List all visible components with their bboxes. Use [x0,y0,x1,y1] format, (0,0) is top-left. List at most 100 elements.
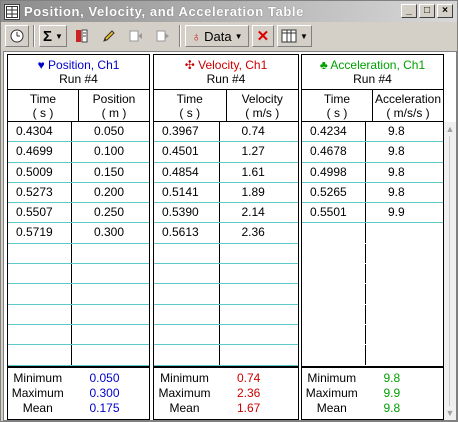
empty-row[interactable] [302,345,443,365]
chevron-down-icon: ▼ [299,31,308,41]
mean-label: Mean [169,401,200,415]
table-row[interactable]: 0.4998 9.8 [302,162,443,183]
empty-row[interactable] [154,345,298,366]
table-row[interactable]: 0.5009 0.150 [8,162,149,183]
empty-row[interactable] [8,243,149,265]
heart-icon: ♥ [37,58,45,72]
vertical-scrollbar[interactable]: ▲ ▼ [444,122,456,420]
data-dropdown-label: Data [204,28,232,44]
clock-icon[interactable] [5,25,29,47]
empty-row[interactable] [302,324,443,345]
channel-label[interactable]: Position, Ch1 [48,58,119,72]
statistics-dropdown[interactable]: Σ ▼ [39,25,67,47]
table-row[interactable]: 0.5273 0.200 [8,182,149,204]
append-row-icon[interactable] [150,25,175,47]
table-area: ♥ Position, Ch1 Run #4 Time( s ) Positio… [3,51,457,421]
delete-button[interactable]: ✕ [251,25,274,47]
crosshair-icon: ✣ [184,58,195,72]
chevron-down-icon: ▼ [55,31,63,41]
data-rows: 0.4234 9.8 0.4678 9.8 0.4998 9.8 0.5265 9.8 … [302,122,443,366]
columns-dropdown[interactable]: ▼ [276,25,312,47]
sigma-icon: Σ [43,27,53,45]
mean-value: 1.67 [237,401,261,415]
table-row[interactable]: 0.5507 0.250 [8,203,149,224]
scroll-up-arrow-icon[interactable]: ▲ [445,124,455,134]
data-dropdown[interactable]: ♁ Data ▼ [184,25,249,47]
title-bar[interactable]: Position, Velocity, and Acceleration Tab… [1,1,457,22]
panel-header: ♥ Position, Ch1 Run #4 [8,55,149,90]
acceleration-column-header[interactable]: Acceleration( m/s/s ) [373,90,443,121]
empty-row[interactable] [302,284,443,304]
mean-value: 0.175 [89,401,120,415]
empty-row[interactable] [154,284,298,305]
time-column-header[interactable]: Time( s ) [302,90,373,121]
scroll-track[interactable] [449,136,450,406]
pencil-icon[interactable] [96,25,121,47]
table-row[interactable]: 0.5613 2.36 [154,223,298,244]
table-row[interactable]: 0.4304 0.050 [8,122,149,143]
empty-row[interactable] [154,264,298,285]
maximize-button[interactable]: □ [419,4,435,18]
minimum-value: 0.74 [237,371,261,385]
toolbar-separator [33,25,35,47]
data-source-icon: ♁ [191,28,202,44]
table-row[interactable]: 0.5501 9.9 [302,203,443,224]
table-row[interactable]: 0.4678 9.8 [302,142,443,163]
window-title: Position, Velocity, and Acceleration Tab… [24,4,304,19]
mean-label: Mean [22,401,53,415]
minimum-value: 0.050 [89,371,120,385]
empty-row[interactable] [8,284,149,305]
empty-row[interactable] [302,223,443,243]
time-column-header[interactable]: Time( s ) [8,90,79,121]
velocity-column-header[interactable]: Velocity( m/s ) [227,90,299,121]
columns-icon [281,29,297,43]
close-button[interactable]: × [437,4,453,18]
empty-row[interactable] [154,304,298,325]
data-rows: 0.4304 0.050 0.4699 0.100 0.5009 0.150 0.52… [8,122,149,366]
empty-row[interactable] [302,304,443,325]
table-row[interactable]: 0.5390 2.14 [154,203,298,224]
run-label: Run #4 [59,72,98,86]
empty-row[interactable] [302,264,443,284]
time-column-header[interactable]: Time( s ) [154,90,227,121]
table-row[interactable]: 0.5265 9.8 [302,182,443,204]
empty-row[interactable] [154,243,298,265]
scroll-down-arrow-icon[interactable]: ▼ [445,408,455,418]
toolbar-separator [178,25,181,47]
table-row[interactable]: 0.4234 9.8 [302,122,443,143]
run-label: Run #4 [353,72,392,86]
channel-label[interactable]: Velocity, Ch1 [198,58,267,72]
table-row[interactable]: 0.4854 1.61 [154,162,298,183]
delete-x-icon: ✕ [256,28,270,45]
chevron-down-icon: ▼ [234,31,243,41]
table-row[interactable]: 0.5719 0.300 [8,223,149,244]
maximum-value: 9.9 [383,386,401,400]
column-headers: Time( s ) Acceleration( m/s/s ) [302,90,443,122]
table-row[interactable]: 0.4501 1.27 [154,142,298,163]
column-headers: Time( s ) Position( m ) [8,90,149,122]
table-icon [4,3,20,20]
statistics-section: Minimum Maximum Mean 0.74 2.36 1.67 [154,366,298,418]
minimum-label: Minimum [160,371,209,385]
maximum-label: Maximum [11,386,64,400]
empty-row[interactable] [8,324,149,346]
empty-row[interactable] [302,243,443,264]
empty-row[interactable] [8,264,149,285]
channel-label[interactable]: Acceleration, Ch1 [330,58,425,72]
mean-value: 9.8 [383,401,401,415]
empty-row[interactable] [154,324,298,346]
club-icon: ♣ [319,58,328,72]
book-icon[interactable] [69,25,94,47]
table-row[interactable]: 0.5141 1.89 [154,182,298,204]
velocity-panel: ✣ Velocity, Ch1 Run #4 Time( s ) Velocit… [153,54,299,420]
table-row[interactable]: 0.4699 0.100 [8,142,149,163]
table-row[interactable]: 0.3967 0.74 [154,122,298,143]
empty-row[interactable] [8,345,149,366]
minimum-label: Minimum [307,371,357,385]
data-rows: 0.3967 0.74 0.4501 1.27 0.4854 1.61 0.5141 1… [154,122,298,366]
panel-header: ♣ Acceleration, Ch1 Run #4 [302,55,443,90]
position-column-header[interactable]: Position( m ) [79,90,149,121]
insert-row-icon[interactable] [123,25,148,47]
empty-row[interactable] [8,304,149,325]
minimize-button[interactable]: _ [401,4,417,18]
